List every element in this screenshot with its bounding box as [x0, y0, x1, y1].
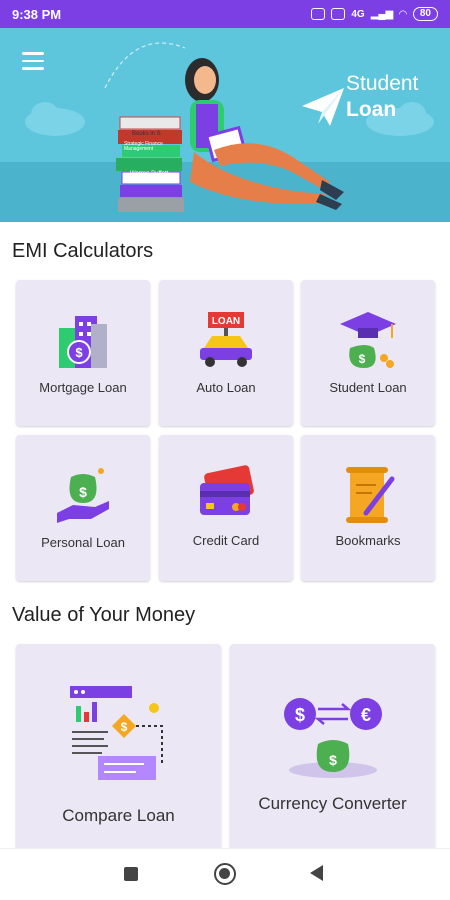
card-label: Personal Loan [41, 535, 125, 550]
menu-line [22, 52, 44, 55]
credit-card-icon [200, 465, 254, 515]
menu-button[interactable] [22, 52, 44, 70]
graduation-money-bag-icon: $ [340, 312, 396, 368]
menu-line [22, 67, 44, 70]
card-label: Currency Converter [258, 794, 407, 813]
svg-text:$: $ [294, 705, 304, 725]
battery-indicator: 80 [412, 7, 438, 21]
card-label: Student Loan [329, 380, 407, 395]
card-mortgage-loan[interactable]: $ Mortgage Loan [16, 280, 150, 426]
card-label: Bookmarks [335, 533, 401, 548]
wifi-icon: ◠ [399, 8, 407, 20]
currency-exchange-icon: $ € $ [283, 698, 382, 778]
mortgage-building-icon: $ [59, 316, 107, 368]
cloud-icon [25, 102, 85, 136]
back-button[interactable] [310, 865, 323, 881]
recent-apps-button[interactable] [124, 867, 138, 881]
card-compare-loan[interactable]: $ Compare Loan [16, 644, 221, 854]
svg-text:$: $ [120, 720, 127, 734]
brand-title-line1: Student [346, 72, 419, 95]
card-label: Credit Card [192, 533, 260, 548]
card-credit-card[interactable]: Credit Card [159, 435, 293, 581]
brand-logo: Student Loan [300, 70, 440, 130]
card-label: Auto Loan [196, 380, 256, 395]
book-title-2: Strategic Finance Management [124, 141, 163, 152]
hand-money-bag-icon: $ [57, 468, 109, 523]
menu-line [22, 59, 44, 62]
system-navigation-bar [0, 848, 450, 900]
card-student-loan[interactable]: $ Student Loan [301, 280, 435, 426]
alarm-icon [311, 8, 326, 20]
card-currency-converter[interactable]: $ € $ Currency Converter [230, 644, 435, 854]
svg-text:$: $ [79, 484, 87, 500]
signal-icon: ▂▄▆ [370, 8, 394, 20]
card-bookmarks[interactable]: Bookmarks [301, 435, 435, 581]
book-title-1: Books in S [132, 131, 161, 137]
card-label: Mortgage Loan [39, 380, 127, 395]
notification-icon [331, 8, 346, 20]
car-loan-icon: LOAN [200, 312, 252, 367]
car-sign-text: LOAN [212, 316, 240, 327]
book-title-3: Warren Buffett [130, 171, 169, 177]
svg-text:$: $ [359, 352, 366, 366]
card-personal-loan[interactable]: $ Personal Loan [16, 435, 150, 581]
status-icons: 4G ▂▄▆ ◠ 80 [311, 7, 438, 21]
card-auto-loan[interactable]: LOAN Auto Loan [159, 280, 293, 426]
status-bar: 9:38 PM 4G ▂▄▆ ◠ 80 [0, 0, 450, 28]
section-title-value: Value of Your Money [12, 604, 196, 626]
brand-title-line2: Loan [346, 98, 397, 121]
section-title-emi: EMI Calculators [12, 240, 154, 262]
paper-plane-icon [302, 88, 344, 126]
card-label: Compare Loan [62, 806, 175, 825]
scroll-pen-icon [346, 467, 395, 523]
svg-text:€: € [360, 705, 370, 725]
hero-banner: Books in S Strategic Finance Management … [0, 28, 450, 222]
network-type: 4G [351, 8, 365, 20]
svg-text:$: $ [75, 345, 83, 360]
svg-text:$: $ [329, 752, 337, 768]
compare-chart-icon: $ [69, 686, 163, 780]
home-dot-icon [219, 868, 230, 879]
status-time: 9:38 PM [12, 6, 62, 22]
home-button[interactable] [214, 863, 236, 885]
